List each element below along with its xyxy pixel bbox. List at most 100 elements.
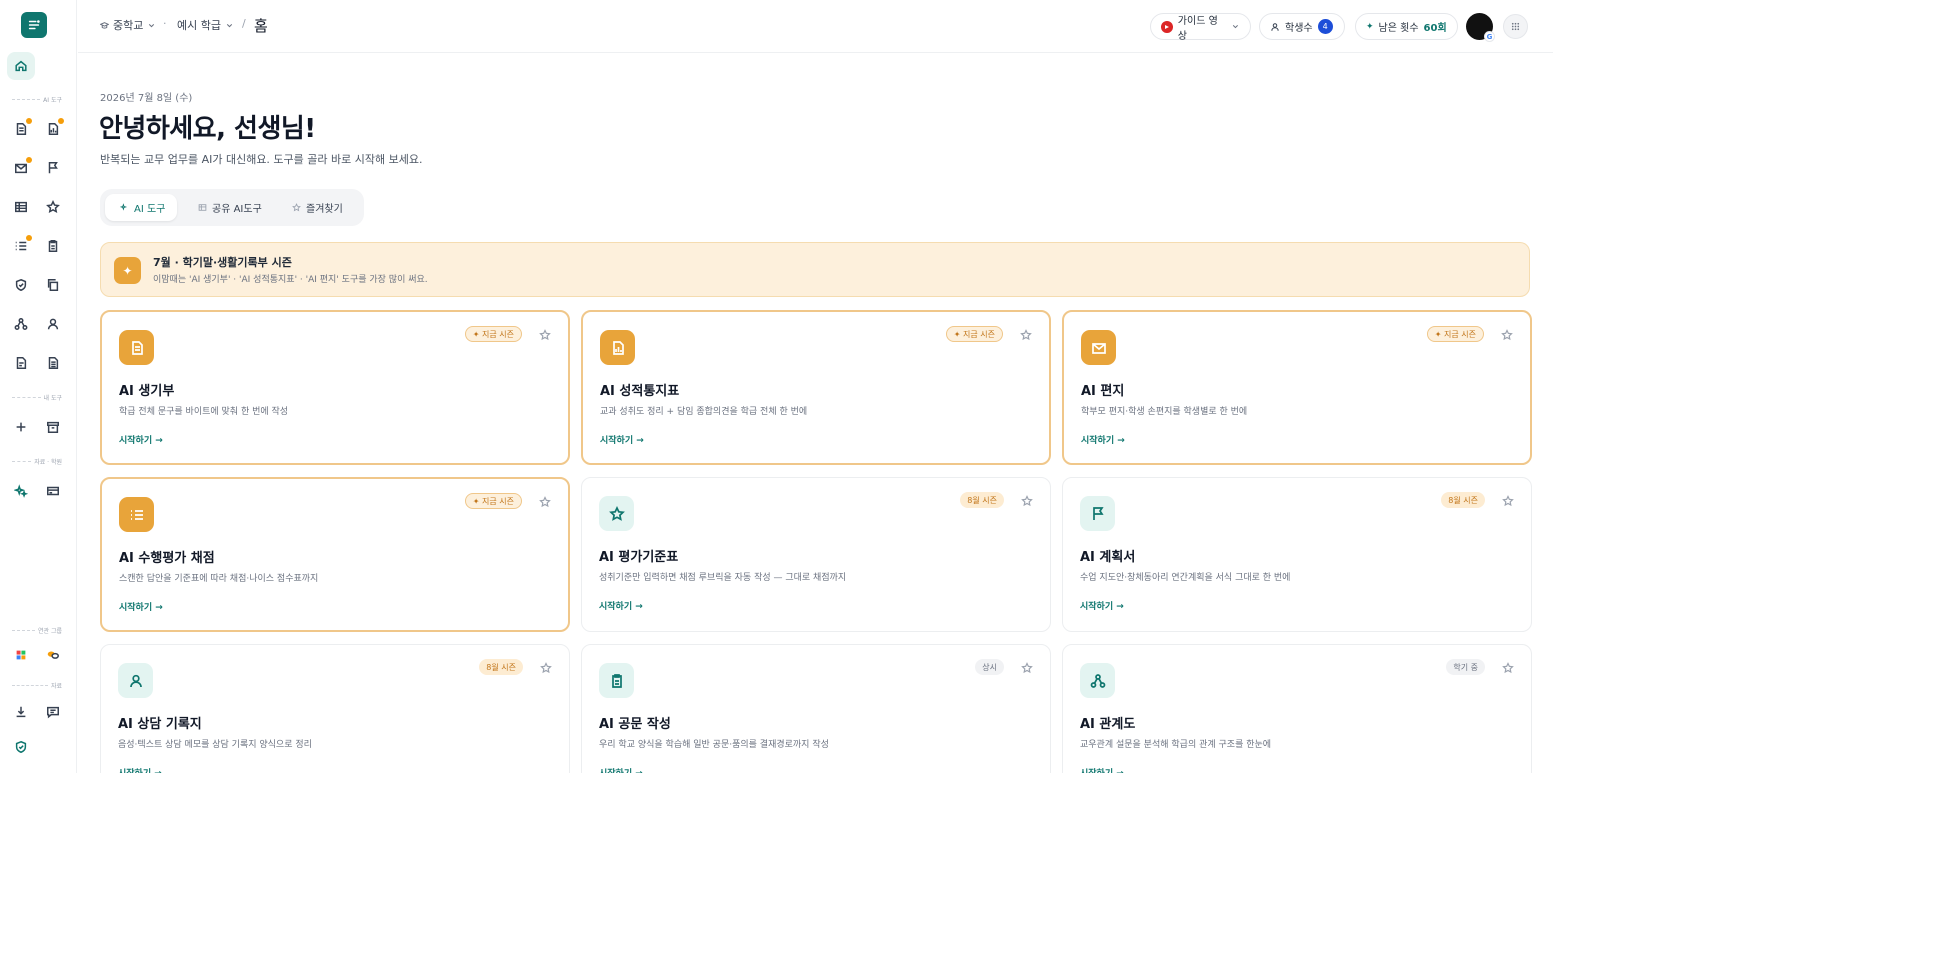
start-link[interactable]: 시작하기 → <box>1080 599 1124 612</box>
sidebar-item-safety[interactable] <box>9 273 33 297</box>
sparkle-icon: ✦ <box>1366 21 1374 32</box>
student-count-button[interactable]: 학생수 4 <box>1259 13 1345 40</box>
shield-check-icon <box>15 278 27 292</box>
card-title: AI 상담 기록지 <box>118 717 202 732</box>
season-badge: 학기 중 <box>1446 659 1485 675</box>
sidebar-add-tool[interactable] <box>9 415 33 439</box>
tool-card[interactable]: 학기 중 AI 관계도교우관계 설문을 분석해 학급의 관계 구조를 한눈에시작하… <box>1062 644 1532 773</box>
breadcrumb-class[interactable]: 예시 학급 <box>177 17 234 33</box>
sidebar-item-rubric[interactable] <box>41 195 65 219</box>
colorful-apps-icon <box>16 650 26 660</box>
favorite-star-icon[interactable] <box>1502 659 1516 674</box>
sidebar-item-letter[interactable] <box>9 156 33 180</box>
sidebar-home[interactable] <box>7 52 35 80</box>
app-logo[interactable] <box>21 12 47 38</box>
guide-video-button[interactable]: 가이드 영상 <box>1150 13 1251 42</box>
favorite-star-icon[interactable] <box>1021 659 1035 674</box>
tab-ai-tools[interactable]: AI 도구 <box>105 194 177 221</box>
checklist-icon <box>119 497 154 532</box>
sidebar-archive[interactable] <box>41 415 65 439</box>
sidebar-download[interactable] <box>9 700 33 724</box>
sidebar-app-grid[interactable] <box>9 643 33 667</box>
start-link[interactable]: 시작하기 → <box>118 766 162 773</box>
season-badge: ✦ 지금 시즌 <box>1426 326 1484 342</box>
page-title: 홈 <box>254 17 268 35</box>
sidebar-item-doc-b[interactable] <box>41 351 65 375</box>
graduation-cap-icon <box>100 21 109 29</box>
season-badge: ✦ 지금 시즌 <box>945 326 1003 342</box>
grid-dots-icon <box>1511 22 1520 31</box>
tool-card[interactable]: 상시 AI 공문 작성 우리 학교 양식을 학습해 일반 공문·품의를 결재경로까지… <box>581 644 1051 773</box>
person-icon <box>47 318 59 330</box>
star-outline-icon <box>46 200 60 214</box>
tool-card[interactable]: ✦ 지금 시즌 AI 편지 학부모 편지·학생 손편지를 학생별로 한 번에 시작하기… <box>1062 310 1532 465</box>
card-title: AI 평가기준표 <box>599 550 679 565</box>
favorite-star-icon[interactable] <box>539 493 553 508</box>
favorite-star-icon[interactable] <box>1501 326 1515 341</box>
sidebar-item-table[interactable] <box>9 195 33 219</box>
season-badge: 상시 <box>975 659 1004 675</box>
favorite-star-icon[interactable] <box>1502 492 1516 507</box>
breadcrumb-school[interactable]: 중학교 <box>100 17 156 33</box>
card-title: AI 수행평가 채점 <box>119 551 215 566</box>
season-badge: 8월 시즌 <box>479 659 523 675</box>
report-icon <box>600 330 635 365</box>
sidebar-item-official-doc[interactable] <box>41 234 65 258</box>
start-link[interactable]: 시작하기 → <box>599 766 643 773</box>
card-description: 수업 지도안·창체동아리 연간계획을 서식 그대로 한 번에 <box>1080 573 1291 583</box>
tab-favorites[interactable]: 즐겨찾기 <box>278 194 358 221</box>
start-link[interactable]: 시작하기 → <box>119 600 163 613</box>
tool-card[interactable]: ✦ 지금 시즌 AI 수행평가 채점 스캔한 답안을 기준표에 따라 채점·나이스 … <box>100 477 570 632</box>
sidebar-card[interactable] <box>41 479 65 503</box>
favorite-star-icon[interactable] <box>1020 326 1034 341</box>
sidebar-item-record[interactable] <box>9 117 33 141</box>
sidebar-chat-app[interactable] <box>41 643 65 667</box>
sidebar-ai-magic[interactable] <box>9 479 33 503</box>
sidebar-item-counsel[interactable] <box>41 312 65 336</box>
sidebar-section-misc: 자료 · 학원 <box>12 457 62 466</box>
clipboard-icon <box>599 663 634 698</box>
report-icon <box>48 123 59 135</box>
copy-icon <box>47 279 59 291</box>
sidebar-item-grading[interactable] <box>9 234 33 258</box>
menu-logo-icon <box>28 20 40 30</box>
person-icon <box>118 663 153 698</box>
card-description: 학급 전체 문구를 바이트에 맞춰 한 번에 작성 <box>119 407 289 417</box>
sidebar-item-report[interactable] <box>41 117 65 141</box>
file-text-icon <box>16 357 27 369</box>
document-icon <box>119 330 154 365</box>
sidebar-item-plan[interactable] <box>41 156 65 180</box>
tab-shared-tools[interactable]: 공유 AI도구 <box>185 194 271 221</box>
sidebar-item-doc-a[interactable] <box>9 351 33 375</box>
card-description: 음성·텍스트 상담 메모를 상담 기록지 양식으로 정리 <box>118 740 312 750</box>
breadcrumb-dot: · <box>163 17 167 30</box>
sidebar-item-relations[interactable] <box>9 312 33 336</box>
checklist-icon <box>15 241 27 251</box>
sidebar-feedback[interactable] <box>41 700 65 724</box>
favorite-star-icon[interactable] <box>540 659 554 674</box>
start-link[interactable]: 시작하기 → <box>1081 433 1125 446</box>
card-title: AI 편지 <box>1081 384 1125 399</box>
card-description: 성취기준만 입력하면 채점 루브릭을 자동 작성 — 그대로 채점까지 <box>599 573 847 583</box>
sidebar-security[interactable] <box>9 735 33 759</box>
start-link[interactable]: 시작하기 → <box>599 599 643 612</box>
remaining-credits[interactable]: ✦ 남은 횟수 60회 <box>1355 13 1458 40</box>
season-badge: ✦ 지금 시즌 <box>464 493 522 509</box>
tool-card[interactable]: 8월 시즌 AI 평가기준표 성취기준만 입력하면 채점 루브릭을 자동 작성 — … <box>581 477 1051 632</box>
start-link[interactable]: 시작하기 → <box>600 433 644 446</box>
start-link[interactable]: 시작하기 → <box>119 433 163 446</box>
tool-card[interactable]: ✦ 지금 시즌 AI 생기부 학급 전체 문구를 바이트에 맞춰 한 번에 작성 시작… <box>100 310 570 465</box>
tool-card[interactable]: ✦ 지금 시즌 AI 성적통지표 교과 성취도 정리 + 담임 종합의견을 학급 전… <box>581 310 1051 465</box>
favorite-star-icon[interactable] <box>1021 492 1035 507</box>
season-banner: ✦ 7월 · 학기말·생활기록부 시즌 이맘때는 'AI 생기부' · 'AI … <box>100 242 1530 297</box>
tool-card[interactable]: 8월 시즌 AI 상담 기록지음성·텍스트 상담 메모를 상담 기록지 양식으로 … <box>100 644 570 773</box>
star-outline-icon <box>599 496 634 531</box>
start-link[interactable]: 시작하기 → <box>1080 766 1124 773</box>
avatar[interactable]: G <box>1466 13 1495 42</box>
apps-grid-button[interactable] <box>1503 14 1528 39</box>
greeting-heading: 안녕하세요, 선생님! <box>99 114 316 144</box>
person-icon <box>1271 22 1279 31</box>
tool-card[interactable]: 8월 시즌 AI 계획서 수업 지도안·창체동아리 연간계획을 서식 그대로 한 번… <box>1062 477 1532 632</box>
sidebar-item-copy[interactable] <box>41 273 65 297</box>
favorite-star-icon[interactable] <box>539 326 553 341</box>
